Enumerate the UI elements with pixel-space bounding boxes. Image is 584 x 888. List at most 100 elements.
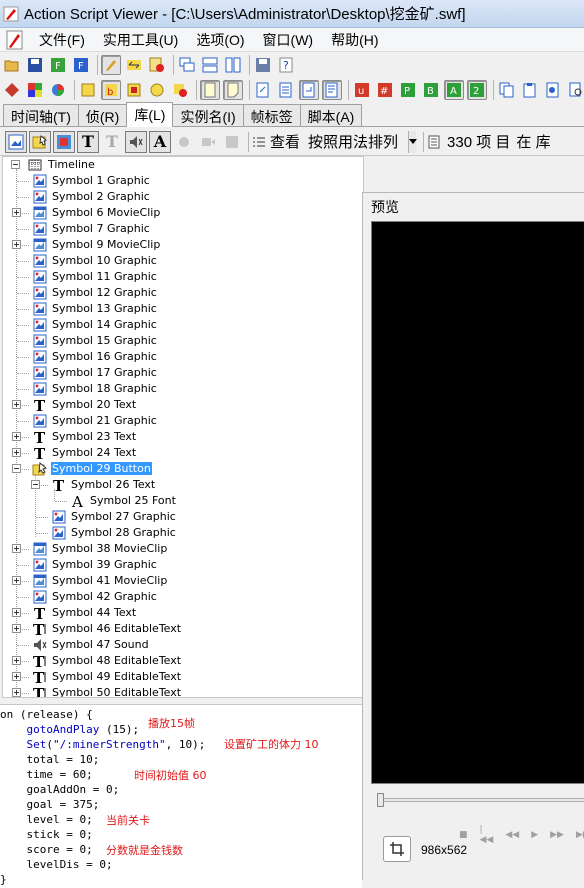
collapse-icon[interactable] bbox=[12, 464, 21, 473]
copy-button[interactable] bbox=[497, 80, 517, 100]
tree-item[interactable]: Symbol 29 Button bbox=[3, 461, 363, 477]
tab-frame-labels[interactable]: 帧标签 bbox=[242, 104, 301, 126]
color-wheel-button[interactable] bbox=[48, 80, 68, 100]
tree-item[interactable]: Symbol 16 Graphic bbox=[3, 349, 363, 365]
expand-icon[interactable] bbox=[12, 544, 21, 553]
menu-utilities[interactable]: 实用工具(U) bbox=[94, 30, 187, 50]
tile-horizontal-button[interactable] bbox=[200, 55, 220, 75]
save-all-button[interactable] bbox=[253, 55, 273, 75]
preview-timeline-track[interactable] bbox=[377, 798, 584, 802]
tree-item[interactable]: Symbol 27 Graphic bbox=[3, 509, 363, 525]
flash-green-button[interactable]: F bbox=[48, 55, 68, 75]
menu-window[interactable]: 窗口(W) bbox=[254, 30, 323, 50]
close-file-button[interactable] bbox=[147, 55, 167, 75]
expand-icon[interactable] bbox=[12, 688, 21, 697]
hash-button[interactable]: # bbox=[375, 80, 395, 100]
properties-icon[interactable] bbox=[427, 135, 441, 149]
fit-to-window-button[interactable] bbox=[383, 836, 411, 862]
tree-item[interactable]: T Symbol 20 Text bbox=[3, 397, 363, 413]
expand-icon[interactable] bbox=[12, 624, 21, 633]
expand-icon[interactable] bbox=[12, 432, 21, 441]
tree-item[interactable]: Symbol 2 Graphic bbox=[3, 189, 363, 205]
u-button[interactable]: u bbox=[352, 80, 372, 100]
tab-scripts[interactable]: 脚本(A) bbox=[299, 104, 363, 126]
step-forward-icon[interactable]: ▶▶ bbox=[550, 830, 564, 840]
tree-item[interactable]: Symbol 18 Graphic bbox=[3, 381, 363, 397]
frame-button[interactable] bbox=[124, 80, 144, 100]
collapse-icon[interactable] bbox=[31, 480, 40, 489]
page-button[interactable] bbox=[200, 79, 220, 100]
tree-item[interactable]: A Symbol 25 Font bbox=[3, 493, 363, 509]
tree-item[interactable]: Symbol 21 Graphic bbox=[3, 413, 363, 429]
flash-blue-button[interactable]: F bbox=[71, 55, 91, 75]
grid-button[interactable] bbox=[25, 80, 45, 100]
help-button[interactable]: ? bbox=[276, 55, 296, 75]
collapse-icon[interactable] bbox=[11, 160, 20, 169]
tree-item[interactable]: Symbol 14 Graphic bbox=[3, 317, 363, 333]
action-button[interactable]: b bbox=[101, 79, 121, 100]
stop-icon[interactable]: ■ bbox=[459, 830, 468, 840]
tree-item[interactable]: T Symbol 24 Text bbox=[3, 445, 363, 461]
filter-morph-button[interactable] bbox=[173, 131, 195, 153]
tree-item[interactable]: T Symbol 50 EditableText bbox=[3, 685, 363, 697]
tab-timeline[interactable]: 时间轴(T) bbox=[3, 104, 79, 126]
list-view-icon[interactable] bbox=[252, 135, 266, 149]
tree-item[interactable]: Symbol 42 Graphic bbox=[3, 589, 363, 605]
library-tree[interactable]: Timeline Symbol 1 Graphic Symbol 2 Graphi… bbox=[2, 156, 364, 698]
tree-item[interactable]: T Symbol 48 EditableText bbox=[3, 653, 363, 669]
p-button[interactable]: P bbox=[398, 80, 418, 100]
expand-icon[interactable] bbox=[12, 656, 21, 665]
expand-icon[interactable] bbox=[12, 208, 21, 217]
tree-item[interactable]: Symbol 38 MovieClip bbox=[3, 541, 363, 557]
tree-item[interactable]: Symbol 17 Graphic bbox=[3, 365, 363, 381]
filter-video-button[interactable] bbox=[197, 131, 219, 153]
doc-lines-button[interactable] bbox=[322, 79, 342, 100]
filter-text-button[interactable]: T bbox=[77, 130, 99, 153]
note-button[interactable] bbox=[223, 79, 243, 100]
expand-icon[interactable] bbox=[12, 400, 21, 409]
expand-icon[interactable] bbox=[12, 576, 21, 585]
filter-shape-button[interactable] bbox=[221, 131, 243, 153]
menu-options[interactable]: 选项(O) bbox=[187, 30, 253, 50]
actionscript-code-view[interactable]: on (release) { gotoAndPlay (15); 播放15帧 Se… bbox=[0, 704, 362, 888]
a-button[interactable]: A bbox=[444, 79, 464, 100]
rewind-to-start-icon[interactable]: |◀◀ bbox=[480, 825, 494, 845]
image-doc-button[interactable] bbox=[543, 80, 563, 100]
tree-item[interactable]: Symbol 15 Graphic bbox=[3, 333, 363, 349]
step-back-icon[interactable]: ◀◀ bbox=[505, 830, 519, 840]
tree-item[interactable]: Symbol 1 Graphic bbox=[3, 173, 363, 189]
export-button[interactable] bbox=[253, 80, 273, 100]
script-button[interactable] bbox=[78, 80, 98, 100]
tree-item[interactable]: Symbol 11 Graphic bbox=[3, 269, 363, 285]
tree-item[interactable]: T Symbol 44 Text bbox=[3, 605, 363, 621]
tree-item[interactable]: Symbol 7 Graphic bbox=[3, 221, 363, 237]
swap-button[interactable] bbox=[124, 55, 144, 75]
two-button[interactable]: 2 bbox=[467, 79, 487, 100]
filter-editable-button[interactable]: T bbox=[101, 131, 123, 153]
tile-vertical-button[interactable] bbox=[223, 55, 243, 75]
b-button[interactable]: B bbox=[421, 80, 441, 100]
filter-font-button[interactable]: A bbox=[149, 130, 171, 153]
tree-item[interactable]: Symbol 13 Graphic bbox=[3, 301, 363, 317]
return-doc-button[interactable] bbox=[299, 79, 319, 100]
tree-item[interactable]: Symbol 39 Graphic bbox=[3, 557, 363, 573]
tree-item[interactable]: Symbol 10 Graphic bbox=[3, 253, 363, 269]
paste-button[interactable] bbox=[520, 80, 540, 100]
filter-graphic-button[interactable] bbox=[5, 130, 27, 153]
filter-button-button[interactable] bbox=[29, 130, 51, 153]
tree-item[interactable]: Symbol 12 Graphic bbox=[3, 285, 363, 301]
sort-dropdown[interactable]: 按照用法排列 bbox=[304, 130, 420, 153]
save-button[interactable] bbox=[25, 55, 45, 75]
tab-frames[interactable]: 侦(R) bbox=[77, 104, 128, 126]
play-icon[interactable]: ▶ bbox=[531, 830, 538, 840]
tree-root-row[interactable]: Timeline bbox=[3, 157, 363, 173]
tree-item[interactable]: Symbol 28 Graphic bbox=[3, 525, 363, 541]
tree-item[interactable]: Symbol 47 Sound bbox=[3, 637, 363, 653]
menu-help[interactable]: 帮助(H) bbox=[322, 30, 387, 50]
cascade-window-button[interactable] bbox=[177, 55, 197, 75]
diamond-button[interactable] bbox=[2, 80, 22, 100]
expand-icon[interactable] bbox=[12, 672, 21, 681]
tab-instance-names[interactable]: 实例名(I) bbox=[172, 104, 244, 126]
expand-icon[interactable] bbox=[12, 240, 21, 249]
menu-file[interactable]: 文件(F) bbox=[30, 30, 94, 50]
